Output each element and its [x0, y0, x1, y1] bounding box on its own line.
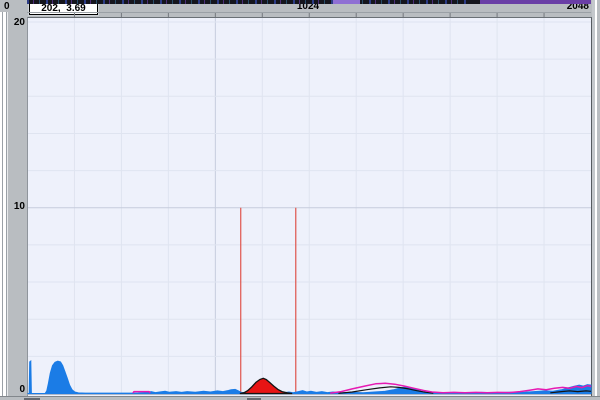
- clipped-next-row: [0, 396, 600, 400]
- density-strip: [27, 0, 591, 4]
- density-strip-segment: [480, 0, 591, 4]
- window-left-border: [0, 12, 8, 400]
- density-strip-segment: [333, 0, 361, 4]
- app-window: 0 1024 2048 202, 3.69 20 10 0: [0, 0, 600, 400]
- plot-canvas[interactable]: [27, 17, 592, 398]
- window-right-border: [592, 0, 600, 400]
- density-strip-speckle: [27, 0, 467, 4]
- x-axis-label-min: 0: [4, 1, 10, 12]
